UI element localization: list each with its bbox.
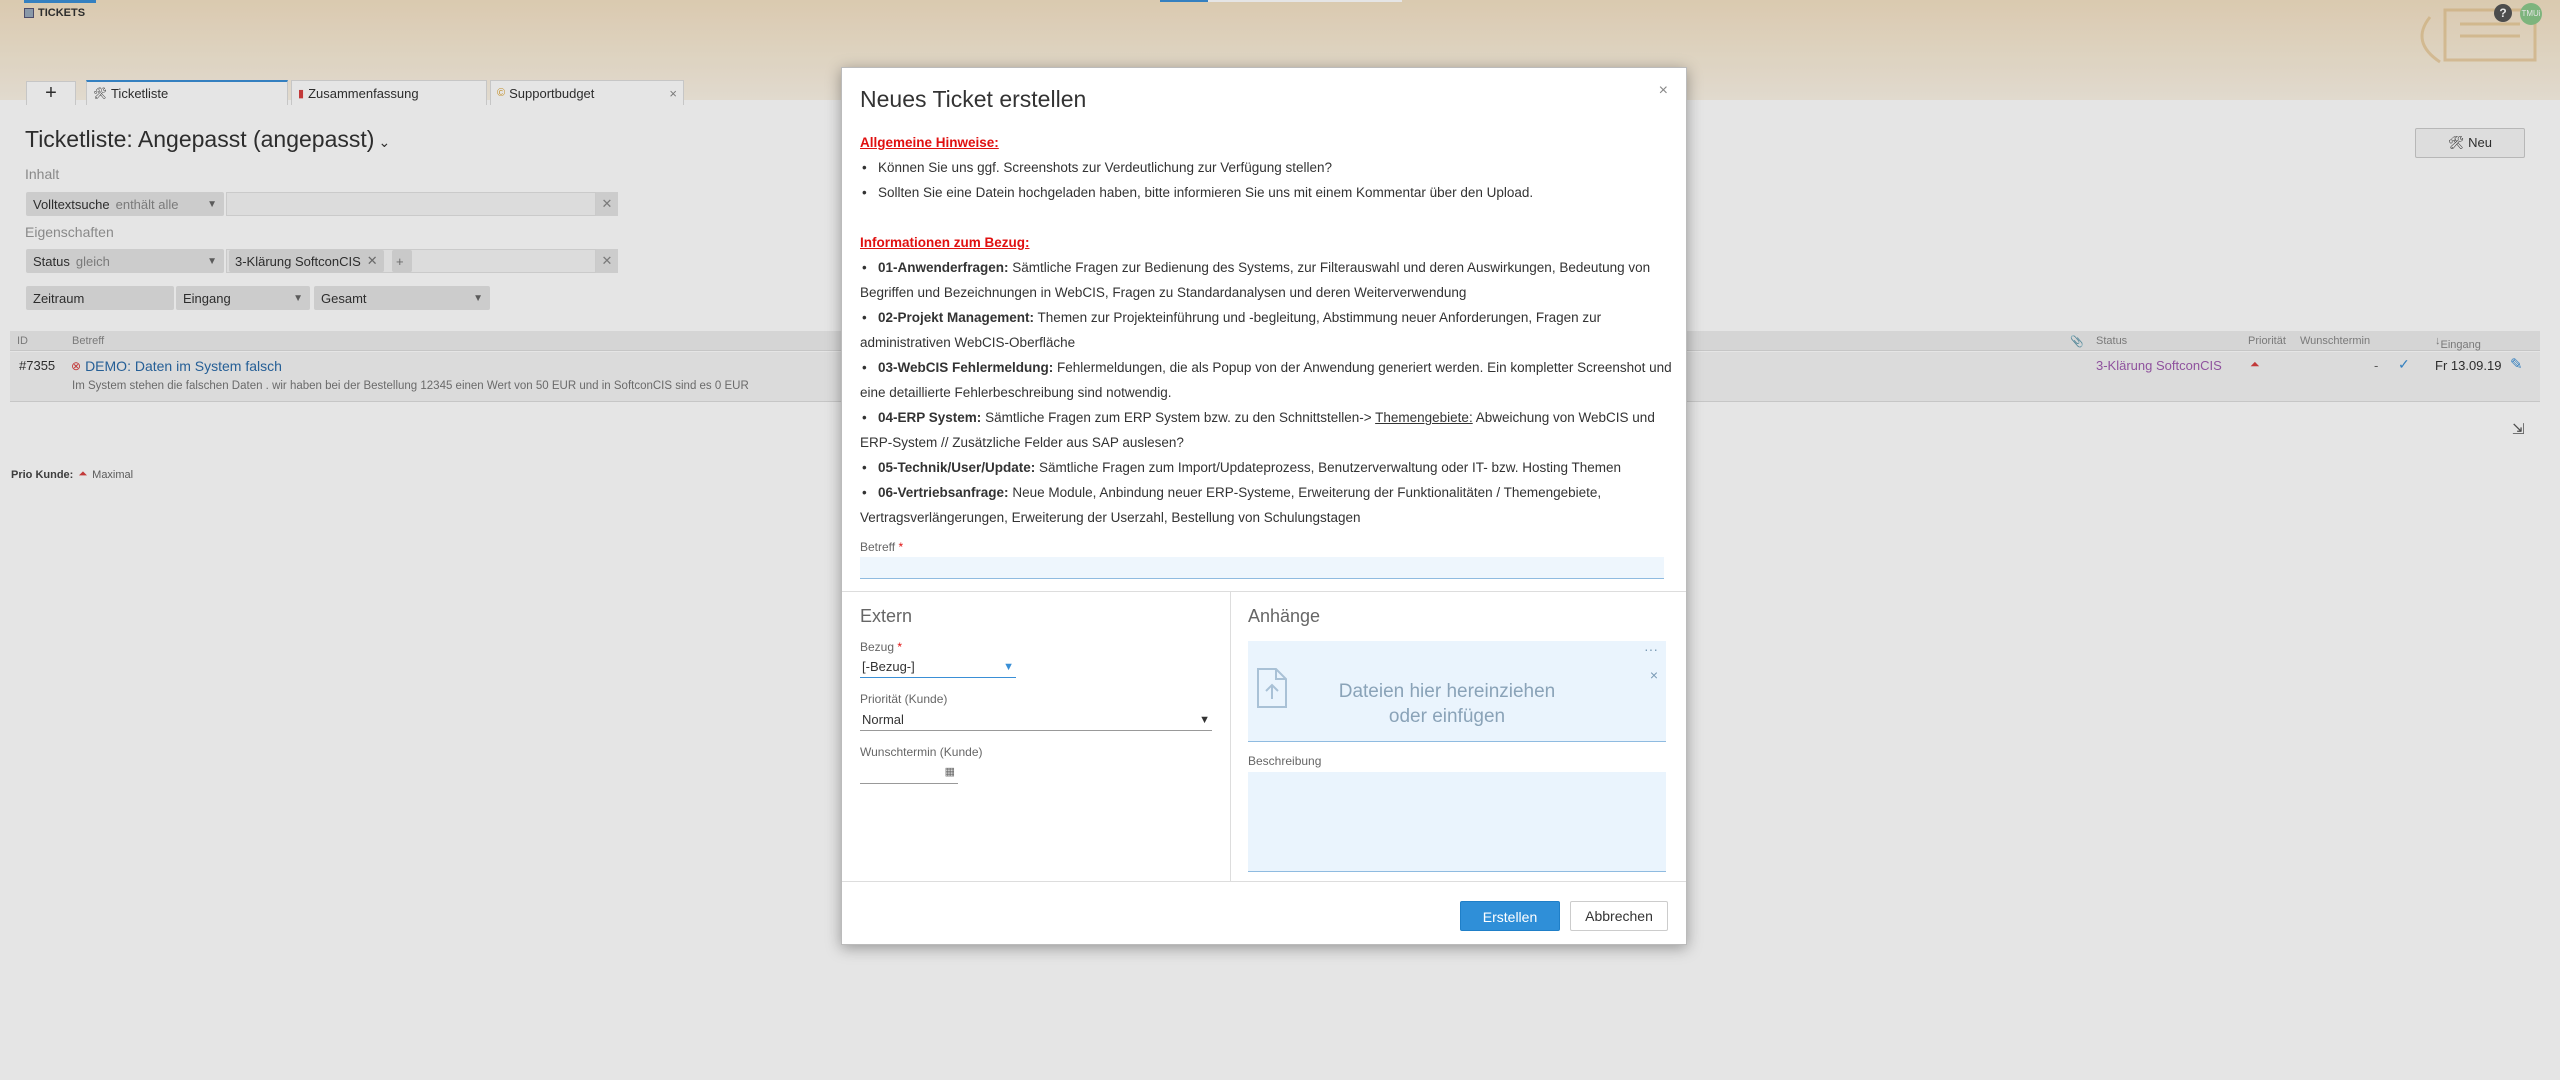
list-item: 06-Vertriebsanfrage: Neue Module, Anbind… <box>860 480 1672 530</box>
list-item: 01-Anwenderfragen: Sämtliche Fragen zur … <box>860 255 1672 305</box>
chevron-down-icon: ▼ <box>1003 660 1014 673</box>
dialog-instructions: Allgemeine Hinweise: Können Sie uns ggf.… <box>860 130 1672 530</box>
select-value: [-Bezug-] <box>862 659 915 674</box>
item-title: 03-WebCIS Fehlermeldung: <box>878 360 1054 375</box>
attachments-heading: Anhänge <box>1248 606 1321 626</box>
list-item: 02-Projekt Management: Themen zur Projek… <box>860 305 1672 355</box>
close-icon[interactable]: × <box>1659 82 1668 100</box>
calendar-icon[interactable]: ▦ <box>945 765 955 778</box>
list-item: 05-Technik/User/Update: Sämtliche Fragen… <box>860 455 1672 480</box>
dialog-header: Neues Ticket erstellen × <box>842 68 1686 126</box>
bezug-label: Bezug * <box>860 640 902 654</box>
item-title: 05-Technik/User/Update: <box>878 460 1036 475</box>
close-icon[interactable]: × <box>1650 667 1658 683</box>
wunschtermin-label: Wunschtermin (Kunde) <box>860 745 983 759</box>
bezug-select[interactable]: [-Bezug-] ▼ <box>860 656 1016 678</box>
dialog-title: Neues Ticket erstellen <box>860 86 1087 112</box>
divider <box>842 881 1686 882</box>
beschreibung-label: Beschreibung <box>1248 754 1322 768</box>
more-options-icon[interactable]: ··· <box>1644 641 1658 657</box>
item-title: 04-ERP System: <box>878 410 982 425</box>
betreff-input[interactable] <box>860 557 1664 579</box>
beschreibung-textarea[interactable] <box>1248 772 1666 872</box>
bezug-info-list: 01-Anwenderfragen: Sämtliche Fragen zur … <box>860 255 1672 530</box>
divider <box>842 591 1686 592</box>
new-ticket-dialog: Neues Ticket erstellen × Allgemeine Hinw… <box>841 67 1687 945</box>
file-dropzone[interactable]: Dateien hier hereinziehen oder einfügen … <box>1248 641 1666 742</box>
priority-select[interactable]: Normal ▼ <box>860 709 1212 731</box>
item-text: Sämtliche Fragen zum ERP System bzw. zu … <box>981 410 1376 425</box>
item-title: 02-Projekt Management: <box>878 310 1035 325</box>
item-text-underlined: Themengebiete: <box>1375 410 1473 425</box>
list-item: 04-ERP System: Sämtliche Fragen zum ERP … <box>860 405 1672 455</box>
select-value: Normal <box>862 712 904 727</box>
wunschtermin-date-input[interactable]: ▦ <box>860 762 958 784</box>
required-mark: * <box>897 640 903 654</box>
bezug-info-heading: Informationen zum Bezug: <box>860 235 1030 250</box>
priority-label: Priorität (Kunde) <box>860 692 948 706</box>
dropzone-text: Dateien hier hereinziehen oder einfügen <box>1338 681 1556 727</box>
betreff-label: Betreff * <box>860 540 903 554</box>
divider <box>1230 591 1231 881</box>
required-mark: * <box>898 540 904 554</box>
label-text: Betreff <box>860 540 896 554</box>
list-item: 03-WebCIS Fehlermeldung: Fehlermeldungen… <box>860 355 1672 405</box>
general-hints-heading: Allgemeine Hinweise: <box>860 135 999 150</box>
file-upload-icon <box>1257 668 1287 708</box>
list-item: Können Sie uns ggf. Screenshots zur Verd… <box>860 155 1672 180</box>
list-item: Sollten Sie eine Datein hochgeladen habe… <box>860 180 1672 205</box>
general-hints-list: Können Sie uns ggf. Screenshots zur Verd… <box>860 155 1672 205</box>
chevron-down-icon: ▼ <box>1199 713 1210 726</box>
create-button[interactable]: Erstellen <box>1460 901 1560 931</box>
item-text: Sämtliche Fragen zum Import/Updateprozes… <box>1035 460 1622 475</box>
item-title: 01-Anwenderfragen: <box>878 260 1009 275</box>
label-text: Bezug <box>860 640 895 654</box>
extern-heading: Extern <box>860 606 913 626</box>
item-title: 06-Vertriebsanfrage: <box>878 485 1009 500</box>
cancel-button[interactable]: Abbrechen <box>1570 901 1668 931</box>
